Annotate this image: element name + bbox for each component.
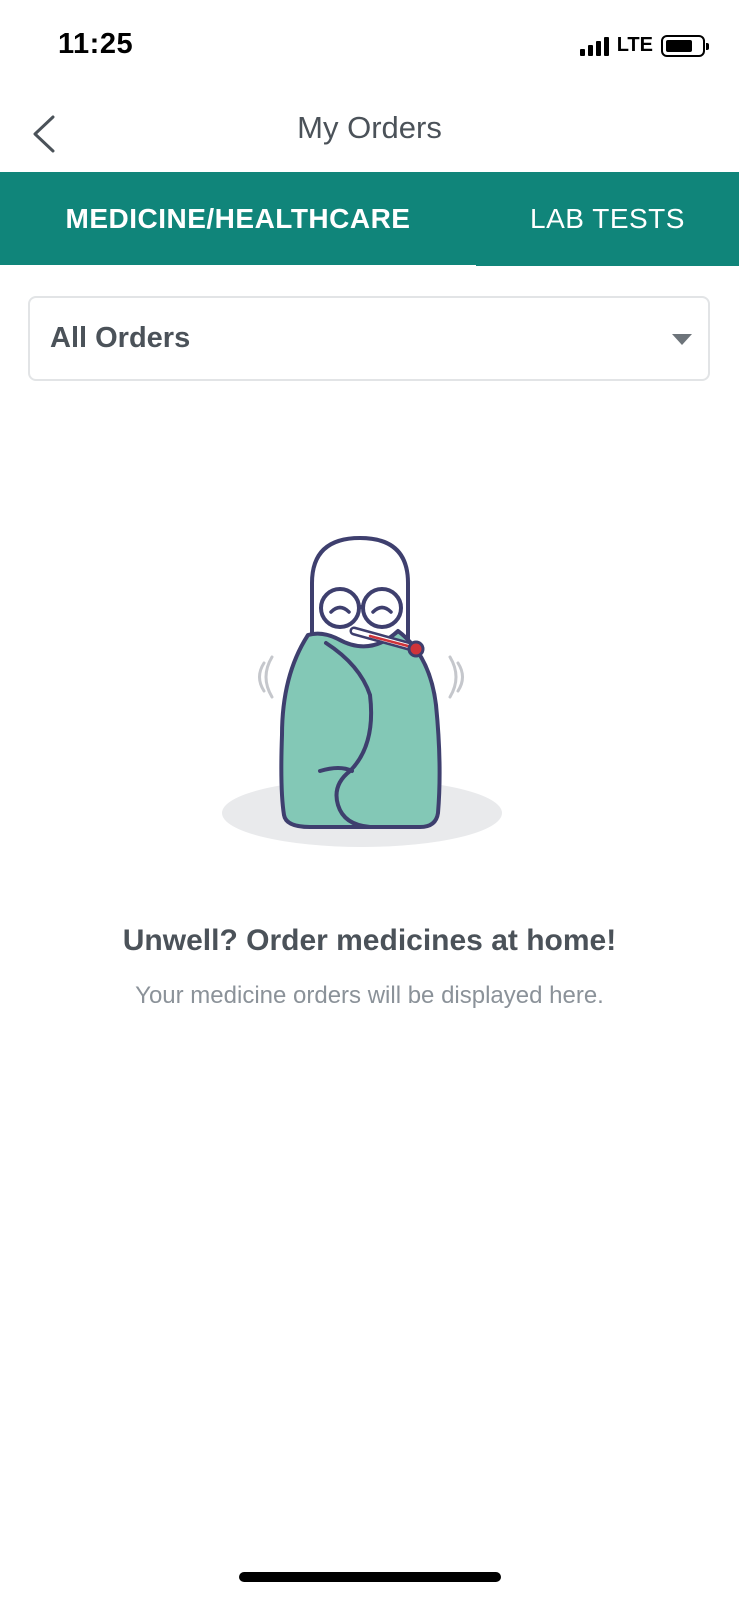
tab-bar: MEDICINE/HEALTHCARE LAB TESTS xyxy=(0,172,739,265)
orders-filter-dropdown[interactable]: All Orders xyxy=(28,296,710,381)
status-indicators: LTE xyxy=(579,34,709,57)
tab-active-indicator xyxy=(476,261,739,266)
caret-down-icon xyxy=(672,334,692,345)
shiver-lines-left xyxy=(264,655,274,699)
home-indicator[interactable] xyxy=(239,1572,501,1582)
dropdown-selected-value: All Orders xyxy=(50,322,191,354)
signal-bars-icon xyxy=(579,36,609,56)
status-time: 11:25 xyxy=(58,28,134,60)
status-bar: 11:25 LTE xyxy=(0,0,739,96)
battery-icon xyxy=(661,34,709,57)
tab-medicine-healthcare[interactable]: MEDICINE/HEALTHCARE xyxy=(0,172,476,265)
sick-mascot-illustration xyxy=(222,535,502,847)
mascot-blanket xyxy=(279,629,442,829)
tab-lab-tests[interactable]: LAB TESTS xyxy=(476,172,739,265)
empty-state-title: Unwell? Order medicines at home! xyxy=(122,924,617,957)
empty-state-subtitle: Your medicine orders will be displayed h… xyxy=(135,982,604,1009)
nav-header: My Orders xyxy=(0,96,739,172)
page-title: My Orders xyxy=(297,110,442,145)
shiver-lines-right xyxy=(448,655,458,699)
network-type: LTE xyxy=(616,34,653,56)
